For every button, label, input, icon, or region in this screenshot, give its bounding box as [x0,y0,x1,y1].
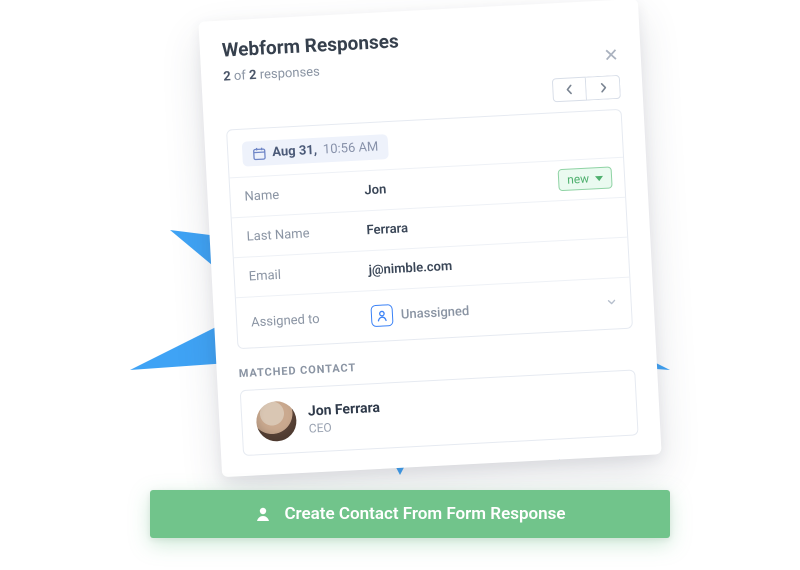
create-contact-button[interactable]: Create Contact From Form Response [150,490,670,538]
field-value: Ferrara [366,221,408,238]
field-value: j@nimble.com [368,259,452,278]
matched-name: Jon Ferrara [308,400,381,420]
field-label: Last Name [246,223,367,244]
status-label: new [567,172,590,187]
chevron-right-icon [598,82,609,93]
chevron-down-icon [595,175,603,180]
person-icon [254,505,272,523]
calendar-icon [252,146,267,161]
next-button[interactable] [586,75,621,101]
timestamp-time: 10:56 AM [323,140,379,158]
field-label: Email [248,263,369,284]
timestamp-date: Aug 31, [272,143,317,160]
matched-contact-card[interactable]: Jon Ferrara CEO [240,369,639,456]
response-count: 2 of 2 responses [223,64,320,84]
field-label: Name [244,183,365,204]
response-timestamp: Aug 31, 10:56 AM [242,134,389,167]
assigned-value: Unassigned [370,300,469,327]
field-label: Assigned to [251,309,372,330]
avatar [255,400,297,442]
create-contact-label: Create Contact From Form Response [284,504,565,524]
chevron-down-icon [606,296,617,312]
field-value: Jon [364,182,387,198]
close-icon[interactable]: ✕ [603,47,619,66]
status-dropdown[interactable]: new [558,166,613,191]
response-detail: Aug 31, 10:56 AM Name Jon new Last Name … [226,109,633,349]
prev-button[interactable] [552,77,587,103]
chevron-left-icon [564,84,575,95]
matched-role: CEO [308,418,381,436]
person-icon [370,304,393,327]
response-panel: Webform Responses 2 of 2 responses ✕ Aug… [198,0,661,477]
